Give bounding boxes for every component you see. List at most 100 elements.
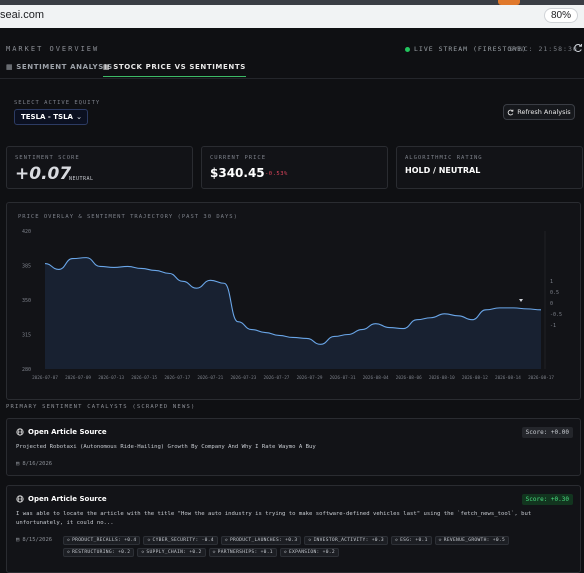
impact-chip-label: INVESTOR_ACTIVITY: +0.3	[313, 538, 384, 543]
tag-icon: ◇	[438, 538, 442, 543]
impact-chip: ◇ CYBER_SECURITY: -0.4	[143, 536, 218, 545]
impact-chip: ◇ REVENUE_GROWTH: +0.5	[434, 536, 510, 545]
app-root: MARKET OVERVIEW LIVE STREAM (FIRESTORE) …	[0, 28, 584, 573]
x-axis-tick-label: 2026-07-15	[131, 375, 157, 381]
calendar-icon: ▤	[16, 537, 20, 543]
x-axis-tick-label: 2026-07-17	[164, 375, 190, 381]
y2-axis-tick-label: -0.5	[550, 312, 562, 318]
x-axis-tick-label: 2026-07-27	[264, 375, 290, 381]
tab-sentiment-analysis[interactable]: ▦ SENTIMENT ANALYSIS	[6, 63, 113, 76]
y-axis-tick-label: 350	[22, 298, 31, 304]
tag-icon: ◇	[283, 550, 287, 555]
news-article-card: Open Article Source Score: +0.30 I was a…	[6, 485, 581, 573]
sentiment-label: NEUTRAL	[69, 176, 94, 182]
open-article-link[interactable]: Open Article Source	[16, 428, 107, 436]
tag-icon: ◇	[308, 538, 312, 543]
x-axis-tick-label: 2026-07-13	[98, 375, 124, 381]
impact-chip-label: PRODUCT_LAUNCHES: +0.3	[229, 538, 298, 543]
chevron-down-icon: ⌄	[76, 113, 82, 121]
tab-bar: ▦ SENTIMENT ANALYSIS ▦ STOCK PRICE VS SE…	[0, 60, 584, 79]
article-link-label: Open Article Source	[28, 428, 107, 436]
impact-chip-label: REVENUE_GROWTH: +0.5	[443, 538, 506, 543]
globe-icon	[16, 428, 24, 436]
impact-chip-label: SUPPLY_CHAIN: +0.2	[146, 550, 202, 555]
y2-axis-tick-label: 0	[550, 301, 553, 307]
x-axis-tick-label: 2026-07-09	[65, 375, 91, 381]
extension-icon[interactable]	[498, 0, 520, 5]
impact-chip-list: ◇ PRODUCT_RECALLS: +0.4 ◇ CYBER_SECURITY: -…	[63, 536, 563, 557]
live-dot-icon	[405, 46, 410, 52]
article-date: ▤ 8/16/2026	[16, 461, 52, 467]
algorithmic-rating-card: ALGORITHMIC RATING HOLD / NEUTRAL	[396, 146, 583, 189]
x-axis-tick-label: 2026-08-06	[396, 375, 422, 381]
impact-chip-label: PRODUCT_RECALLS: +0.4	[72, 538, 137, 543]
price-chart[interactable]: 420 385 350 315 280 1 0.5 0 -0.5 -1 2026-07-07 2026…	[7, 203, 580, 399]
equity-select[interactable]: TESLA - TSLA ⌄	[14, 109, 88, 125]
x-axis-tick-label: 2026-08-14	[495, 375, 521, 381]
y-axis-tick-label: 315	[22, 333, 31, 339]
card-label: CURRENT PRICE	[210, 155, 267, 161]
article-link-label: Open Article Source	[28, 495, 107, 503]
impact-chip-label: RESTRUCTURING: +0.2	[72, 550, 131, 555]
impact-chip-label: EXPANSION: +0.2	[288, 550, 335, 555]
price-change-badge: -0.53%	[265, 171, 288, 177]
impact-chip: ◇ PRODUCT_LAUNCHES: +0.3	[220, 536, 302, 545]
tag-icon: ◇	[67, 538, 71, 543]
tab-label: STOCK PRICE VS SENTIMENTS	[113, 63, 246, 71]
impact-chip: ◇ INVESTOR_ACTIVITY: +0.3	[304, 536, 388, 545]
x-axis-tick-label: 2026-07-29	[297, 375, 323, 381]
y2-axis-tick-label: 0.5	[550, 290, 559, 296]
article-date: ▤ 8/15/2026	[16, 537, 52, 543]
equity-selected-value: TESLA - TSLA	[21, 113, 73, 121]
article-date-value: 8/16/2026	[22, 461, 53, 467]
refresh-label: Refresh Analysis	[517, 108, 571, 116]
impact-chip-label: CYBER_SECURITY: -0.4	[152, 538, 214, 543]
rating-value: HOLD / NEUTRAL	[405, 166, 481, 175]
sentiment-marker	[519, 299, 523, 302]
x-axis-tick-label: 2026-08-17	[528, 375, 554, 381]
card-label: SENTIMENT SCORE	[15, 155, 80, 161]
price-area	[45, 257, 541, 369]
tag-icon: ◇	[395, 538, 399, 543]
globe-icon	[16, 495, 24, 503]
impact-chip: ◇ EXPANSION: +0.2	[279, 548, 339, 557]
card-label: ALGORITHMIC RATING	[405, 155, 483, 161]
impact-chip-label: PARTNERSHIPS: +0.1	[217, 550, 273, 555]
browser-tab-strip	[0, 0, 584, 5]
catalysts-title: PRIMARY SENTIMENT CATALYSTS (SCRAPED NEW…	[6, 404, 196, 410]
open-article-link[interactable]: Open Article Source	[16, 495, 107, 503]
x-axis-tick-label: 2026-08-04	[363, 375, 389, 381]
article-score-badge: Score: +0.30	[521, 494, 573, 505]
page-title: MARKET OVERVIEW	[6, 45, 100, 53]
y-axis-tick-label: 420	[22, 229, 31, 235]
current-price-card: CURRENT PRICE $340.45 -0.53%	[201, 146, 388, 189]
article-headline: Projected Robotaxi (Autonomous Ride-Hail…	[16, 444, 316, 450]
x-axis-tick-label: 2026-07-23	[230, 375, 256, 381]
refresh-analysis-button[interactable]: Refresh Analysis	[503, 104, 575, 120]
address-bar[interactable]: seai.com	[0, 9, 44, 21]
chart-icon: ▦	[6, 63, 14, 71]
sentiment-value: +0.07	[15, 164, 72, 184]
price-chart-panel: PRICE OVERLAY & SENTIMENT TRAJECTORY (PA…	[6, 202, 581, 400]
news-article-card: Open Article Source Score: +0.00 Project…	[6, 418, 581, 476]
sentiment-score-card: SENTIMENT SCORE +0.07 NEUTRAL	[6, 146, 193, 189]
x-axis-tick-label: 2026-08-10	[429, 375, 455, 381]
tag-icon: ◇	[212, 550, 216, 555]
zoom-indicator[interactable]: 80%	[543, 8, 578, 23]
chart-icon: ▦	[103, 63, 111, 71]
y2-axis-tick-label: 1	[550, 279, 553, 285]
tab-stock-price-vs-sentiments[interactable]: ▦ STOCK PRICE VS SENTIMENTS	[103, 63, 246, 77]
impact-chip: ◇ SUPPLY_CHAIN: +0.2	[137, 548, 206, 557]
tag-icon: ◇	[67, 550, 71, 555]
impact-chip: ◇ PRODUCT_RECALLS: +0.4	[63, 536, 141, 545]
y-axis-tick-label: 280	[22, 367, 31, 373]
refresh-icon[interactable]	[573, 43, 583, 53]
x-axis-tick-label: 2026-07-31	[330, 375, 356, 381]
x-axis-tick-label: 2026-07-21	[197, 375, 223, 381]
y2-axis-tick-label: -1	[550, 323, 556, 329]
tag-icon: ◇	[141, 550, 145, 555]
tab-label: SENTIMENT ANALYSIS	[16, 63, 113, 71]
impact-chip: ◇ PARTNERSHIPS: +0.1	[208, 548, 277, 557]
article-date-value: 8/15/2026	[22, 537, 53, 543]
x-axis-tick-label: 2026-07-07	[32, 375, 58, 381]
